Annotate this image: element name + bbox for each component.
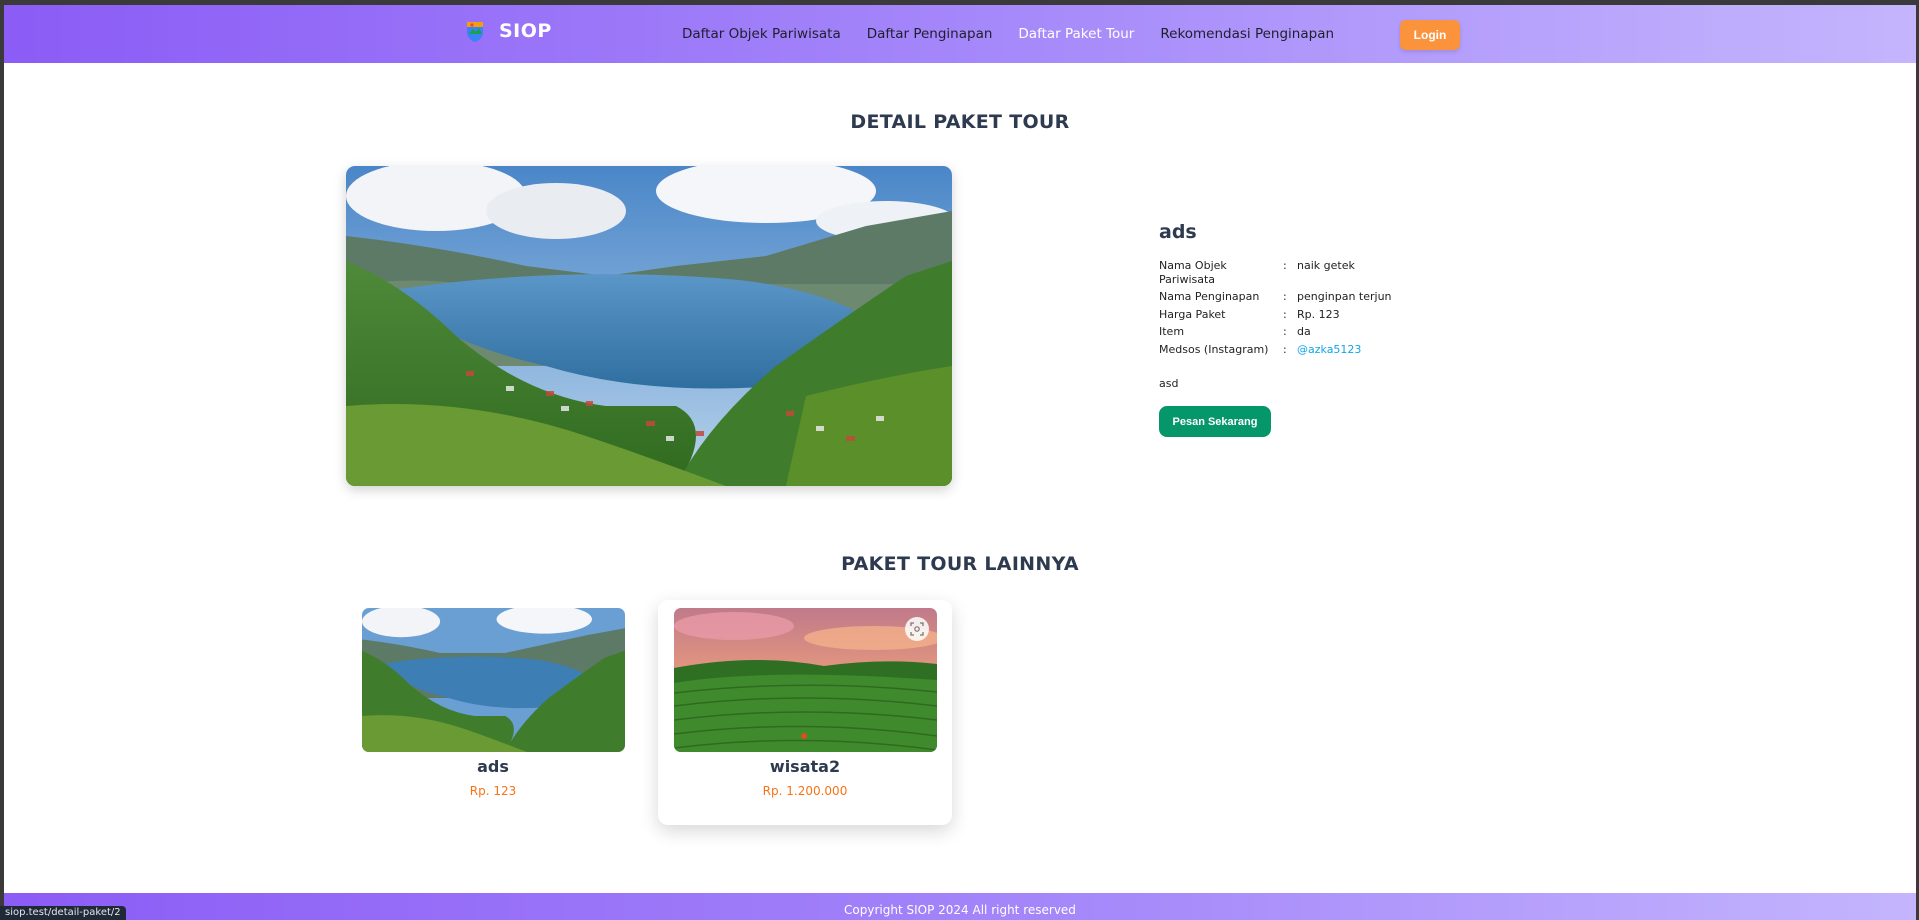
brand-name: SIOP bbox=[499, 20, 552, 42]
package-name: ads bbox=[1159, 221, 1197, 243]
status-bar-url: siop.test/detail-paket/2 bbox=[0, 906, 126, 920]
lake-landscape-image bbox=[346, 166, 952, 486]
siop-logo-icon bbox=[467, 22, 483, 42]
other-packages-title: PAKET TOUR LAINNYA bbox=[841, 553, 1079, 575]
browser-viewport: SIOP Daftar Objek Pariwisata Daftar Peng… bbox=[4, 5, 1916, 920]
nav-link-penginapan[interactable]: Daftar Penginapan bbox=[867, 26, 993, 42]
detail-separator: : bbox=[1283, 290, 1287, 303]
package-card[interactable]: ads Rp. 123 bbox=[346, 600, 640, 825]
detail-row: Nama Penginapan : penginpan terjun bbox=[1159, 288, 1392, 306]
package-card-price: Rp. 123 bbox=[469, 784, 517, 798]
detail-row: Medsos (Instagram) : @azka5123 bbox=[1159, 341, 1392, 359]
detail-separator: : bbox=[1283, 307, 1287, 321]
nav-links: Daftar Objek Pariwisata Daftar Penginapa… bbox=[682, 26, 1360, 42]
nav-link-objek-pariwisata[interactable]: Daftar Objek Pariwisata bbox=[682, 26, 841, 42]
package-card-name: wisata2 bbox=[769, 757, 841, 776]
footer: Copyright SIOP 2024 All right reserved bbox=[4, 893, 1916, 920]
detail-value: naik getek bbox=[1297, 259, 1355, 272]
detail-label: Medsos (Instagram) bbox=[1159, 342, 1269, 356]
order-now-button[interactable]: Pesan Sekarang bbox=[1159, 406, 1271, 437]
detail-label: Nama Objek Pariwisata bbox=[1159, 259, 1227, 286]
package-card-image bbox=[362, 608, 625, 752]
footer-copyright: Copyright SIOP 2024 All right reserved bbox=[844, 903, 1076, 917]
package-description: asd bbox=[1159, 377, 1179, 390]
package-card-price: Rp. 1.200.000 bbox=[762, 784, 848, 798]
package-info: ads Nama Objek Pariwisata : naik getek N… bbox=[1159, 221, 1479, 437]
visual-search-icon[interactable] bbox=[905, 617, 929, 641]
detail-label: Harga Paket bbox=[1159, 307, 1226, 321]
detail-value: penginpan terjun bbox=[1297, 290, 1392, 303]
navbar: SIOP Daftar Objek Pariwisata Daftar Peng… bbox=[4, 5, 1916, 63]
lake-thumbnail-image bbox=[362, 608, 625, 752]
detail-section-title: DETAIL PAKET TOUR bbox=[850, 111, 1070, 133]
nav-link-rekomendasi-penginapan[interactable]: Rekomendasi Penginapan bbox=[1160, 26, 1334, 42]
nav-link-paket-tour[interactable]: Daftar Paket Tour bbox=[1018, 26, 1134, 42]
detail-value: da bbox=[1297, 325, 1311, 338]
package-card-name: ads bbox=[477, 757, 509, 776]
lens-icon bbox=[910, 622, 924, 636]
tea-plantation-image bbox=[674, 608, 937, 752]
instagram-link[interactable]: @azka5123 bbox=[1297, 343, 1361, 356]
detail-value: Rp. 123 bbox=[1297, 307, 1340, 321]
detail-label: Nama Penginapan bbox=[1159, 290, 1260, 303]
login-button[interactable]: Login bbox=[1400, 20, 1460, 50]
detail-row: Nama Objek Pariwisata : naik getek bbox=[1159, 257, 1392, 288]
package-card[interactable]: wisata2 Rp. 1.200.000 bbox=[658, 600, 952, 825]
package-details-table: Nama Objek Pariwisata : naik getek Nama … bbox=[1159, 257, 1392, 358]
package-main-image bbox=[346, 166, 952, 486]
detail-separator: : bbox=[1283, 325, 1287, 338]
detail-row: Harga Paket : Rp. 123 bbox=[1159, 306, 1392, 324]
package-card-image bbox=[674, 608, 937, 752]
detail-separator: : bbox=[1283, 342, 1287, 356]
detail-row: Item : da bbox=[1159, 323, 1392, 341]
detail-separator: : bbox=[1283, 259, 1287, 272]
brand[interactable]: SIOP bbox=[463, 19, 552, 43]
detail-label: Item bbox=[1159, 325, 1185, 338]
